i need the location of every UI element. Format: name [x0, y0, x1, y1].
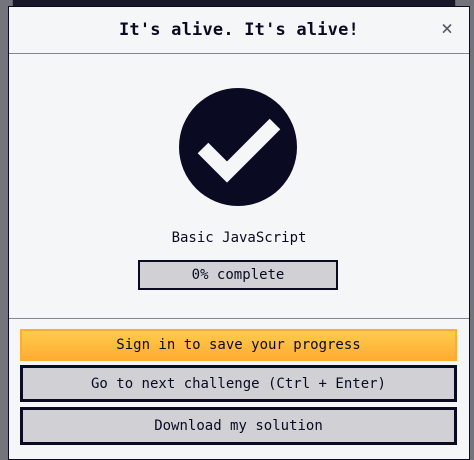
download-solution-button[interactable]: Download my solution: [20, 407, 457, 445]
close-button[interactable]: ×: [437, 16, 457, 40]
modal-header: It's alive. It's alive! ×: [9, 7, 469, 54]
progress-label: 0% complete: [191, 267, 285, 283]
completion-modal: It's alive. It's alive! × Basic JavaScri…: [8, 6, 470, 460]
next-challenge-button[interactable]: Go to next challenge (Ctrl + Enter): [20, 365, 457, 402]
modal-title: It's alive. It's alive!: [118, 20, 359, 40]
sign-in-button[interactable]: Sign in to save your progress: [20, 329, 457, 361]
check-circle-icon: [179, 88, 297, 206]
certification-name: Basic JavaScript: [171, 230, 307, 246]
checkmark-icon: [197, 118, 281, 183]
progress-bar: 0% complete: [138, 260, 338, 290]
modal-body: Basic JavaScript 0% complete: [9, 54, 469, 319]
